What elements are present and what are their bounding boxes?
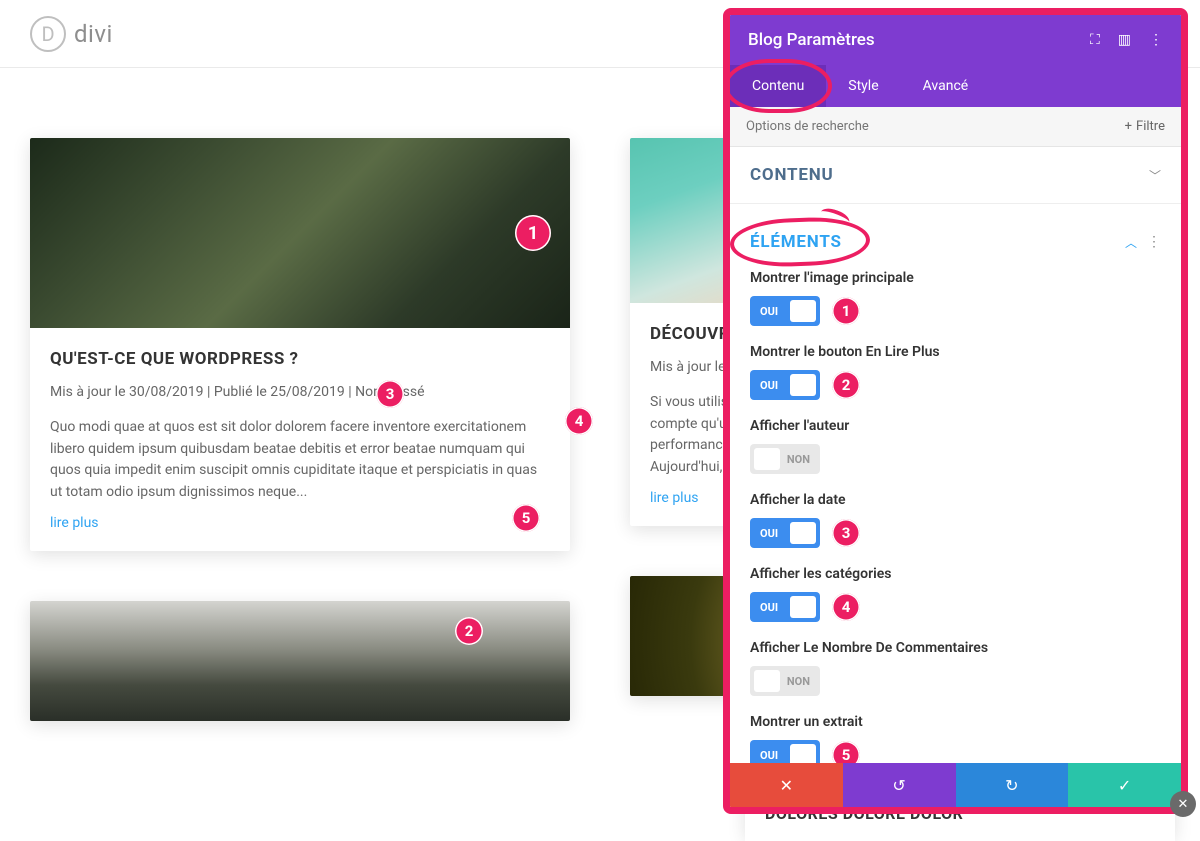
filter-label: Filtre	[1136, 119, 1165, 134]
panel-body: CONTENU ﹀ ÉLÉMENTS ︿ ⋮ Montrer l'image p…	[730, 147, 1181, 763]
option-show-read-more: Montrer le bouton En Lire Plus OUI 2	[750, 344, 1161, 400]
plus-icon: +	[1125, 119, 1132, 134]
annotation-badge: 5	[832, 741, 860, 763]
toggle-knob	[754, 670, 780, 692]
card-title[interactable]: QU'EST-CE QUE WORDPRESS ?	[50, 348, 550, 370]
search-input[interactable]	[746, 119, 1115, 134]
toggle-switch[interactable]: OUI	[750, 296, 820, 326]
logo-mark: D	[30, 16, 66, 52]
section-elements-header[interactable]: ÉLÉMENTS ︿ ⋮	[730, 204, 1181, 270]
toggle-text: NON	[787, 453, 810, 466]
blog-column-1: QU'EST-CE QUE WORDPRESS ? Mis à jour le …	[30, 138, 570, 721]
card-excerpt: Quo modi quae at quos est sit dolor dolo…	[50, 417, 550, 504]
divi-logo[interactable]: D divi	[30, 16, 113, 52]
card-body: QU'EST-CE QUE WORDPRESS ? Mis à jour le …	[30, 328, 570, 551]
annotation-badge: 1	[832, 297, 860, 325]
option-label: Montrer l'image principale	[750, 270, 1161, 286]
panel-tabs: Contenu Style Avancé	[730, 65, 1181, 107]
option-label: Afficher la date	[750, 492, 1161, 508]
builder-close-button[interactable]: ✕	[1170, 791, 1196, 817]
tab-style[interactable]: Style	[826, 65, 900, 107]
section-contenu-header[interactable]: CONTENU ﹀	[730, 147, 1181, 204]
close-icon: ✕	[780, 776, 793, 795]
section-title: ÉLÉMENTS	[750, 232, 842, 252]
annotation-badge: 3	[832, 519, 860, 547]
option-show-author: Afficher l'auteur NON	[750, 418, 1161, 474]
panel-search-bar: + Filtre	[730, 107, 1181, 147]
layout-icon[interactable]: ▥	[1118, 32, 1131, 48]
option-label: Afficher l'auteur	[750, 418, 1161, 434]
option-show-categories: Afficher les catégories OUI 4	[750, 566, 1161, 622]
option-show-comments-count: Afficher Le Nombre De Commentaires NON	[750, 640, 1161, 696]
expand-icon[interactable]: ⛶	[1090, 32, 1100, 48]
toggle-switch[interactable]: OUI	[750, 740, 820, 763]
option-label: Afficher Le Nombre De Commentaires	[750, 640, 1161, 656]
section-actions: ︿ ⋮	[1125, 234, 1161, 251]
toggle-text: OUI	[760, 527, 778, 540]
chevron-up-icon[interactable]: ︿	[1125, 234, 1137, 251]
toggle-switch[interactable]: NON	[750, 444, 820, 474]
redo-button[interactable]: ↻	[956, 763, 1069, 807]
option-label: Afficher les catégories	[750, 566, 1161, 582]
option-label: Montrer le bouton En Lire Plus	[750, 344, 1161, 360]
annotation-circle-tail	[818, 205, 851, 228]
toggle-switch[interactable]: NON	[750, 666, 820, 696]
more-vertical-icon[interactable]: ⋮	[1149, 32, 1163, 48]
check-icon: ✓	[1118, 776, 1131, 795]
option-show-date: Afficher la date OUI 3	[750, 492, 1161, 548]
chevron-down-icon: ﹀	[1149, 167, 1161, 184]
read-more-link[interactable]: lire plus	[650, 490, 699, 506]
panel-footer: ✕ ↺ ↻ ✓	[730, 763, 1181, 807]
panel-title: Blog Paramètres	[748, 30, 875, 50]
toggle-knob	[790, 522, 816, 544]
annotation-badge: 4	[832, 593, 860, 621]
annotation-badge: 2	[832, 371, 860, 399]
toggle-knob	[790, 300, 816, 322]
toggle-text: OUI	[760, 305, 778, 318]
toggle-text: OUI	[760, 379, 778, 392]
toggle-knob	[790, 596, 816, 618]
tab-label: Style	[848, 78, 878, 94]
section-elements-content: Montrer l'image principale OUI 1 Montrer…	[730, 270, 1181, 763]
tab-label: Avancé	[923, 78, 969, 94]
blog-card[interactable]: QU'EST-CE QUE WORDPRESS ? Mis à jour le …	[30, 138, 570, 551]
toggle-switch[interactable]: OUI	[750, 592, 820, 622]
option-show-excerpt: Montrer un extrait OUI 5	[750, 714, 1161, 763]
undo-button[interactable]: ↺	[843, 763, 956, 807]
blog-card[interactable]	[30, 601, 570, 721]
toggle-knob	[790, 744, 816, 763]
read-more-link[interactable]: lire plus	[50, 515, 99, 531]
logo-text: divi	[74, 20, 113, 48]
more-vertical-icon[interactable]: ⋮	[1147, 234, 1161, 250]
option-show-featured-image: Montrer l'image principale OUI 1	[750, 270, 1161, 326]
toggle-text: NON	[787, 675, 810, 688]
close-icon: ✕	[1178, 797, 1189, 812]
panel-header-actions: ⛶ ▥ ⋮	[1090, 32, 1163, 48]
card-featured-image	[30, 601, 570, 721]
toggle-text: OUI	[760, 601, 778, 614]
module-settings-panel: Blog Paramètres ⛶ ▥ ⋮ Contenu Style Avan…	[723, 8, 1188, 814]
card-featured-image	[30, 138, 570, 328]
toggle-knob	[790, 374, 816, 396]
tab-contenu[interactable]: Contenu	[730, 65, 826, 107]
redo-icon: ↻	[1005, 776, 1018, 795]
toggle-knob	[754, 448, 780, 470]
tab-label: Contenu	[752, 78, 804, 94]
section-title: CONTENU	[750, 165, 834, 185]
toggle-switch[interactable]: OUI	[750, 518, 820, 548]
undo-icon: ↺	[892, 776, 905, 795]
card-meta: Mis à jour le 30/08/2019 | Publié le 25/…	[50, 382, 550, 403]
tab-avance[interactable]: Avancé	[901, 65, 991, 107]
toggle-text: OUI	[760, 749, 778, 762]
panel-header: Blog Paramètres ⛶ ▥ ⋮	[730, 15, 1181, 65]
save-button[interactable]: ✓	[1068, 763, 1181, 807]
option-label: Montrer un extrait	[750, 714, 1161, 730]
cancel-button[interactable]: ✕	[730, 763, 843, 807]
filter-button[interactable]: + Filtre	[1125, 119, 1165, 134]
toggle-switch[interactable]: OUI	[750, 370, 820, 400]
